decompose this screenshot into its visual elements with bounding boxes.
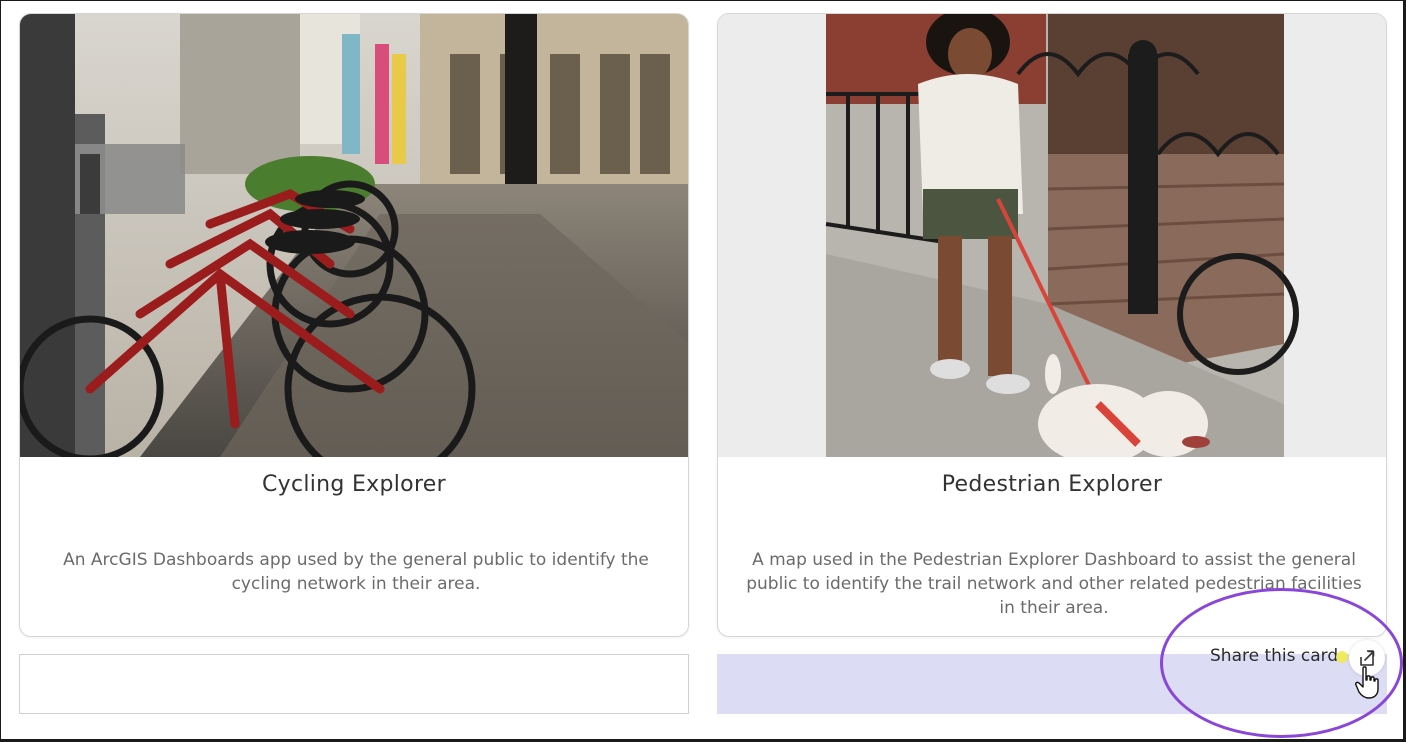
card-pedestrian-explorer[interactable]: Pedestrian Explorer A map used in the Pe… (717, 13, 1387, 637)
card-description: An ArcGIS Dashboards app used by the gen… (63, 550, 649, 594)
card-partial-left[interactable] (19, 654, 689, 714)
card-image-dog-walker (718, 14, 1386, 457)
card-image-bikes (20, 14, 688, 457)
card-cycling-explorer[interactable]: Cycling Explorer An ArcGIS Dashboards ap… (19, 13, 689, 637)
card-title[interactable]: Cycling Explorer (20, 472, 688, 497)
highlight-ellipse (1160, 588, 1403, 738)
card-title[interactable]: Pedestrian Explorer (718, 472, 1386, 497)
